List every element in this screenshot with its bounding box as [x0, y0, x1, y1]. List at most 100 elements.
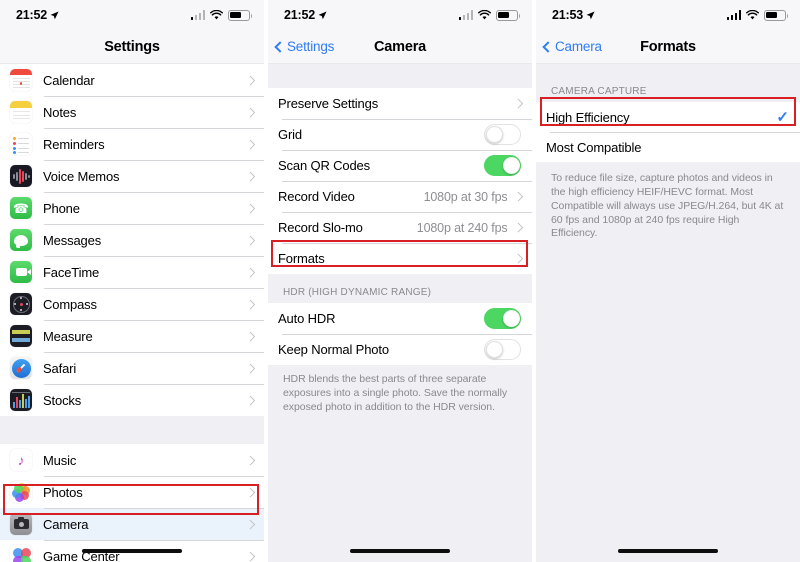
grid-toggle[interactable] [484, 124, 521, 145]
panel-settings: 21:52 Settings Calendar Notes Reminders … [0, 0, 264, 562]
settings-row-label: Phone [43, 200, 80, 216]
chevron-right-icon [245, 487, 255, 497]
row-label: Scan QR Codes [278, 158, 370, 173]
back-button-camera[interactable]: Camera [536, 39, 602, 54]
chevron-right-icon [245, 75, 255, 85]
group-spacer [0, 416, 264, 444]
settings-row-facetime[interactable]: FaceTime [0, 256, 264, 288]
panel-camera: 21:52 Settings Camera Preserve Settings [268, 0, 532, 562]
facetime-app-icon [10, 261, 32, 283]
settings-row-safari[interactable]: Safari [0, 352, 264, 384]
nav-bar-formats: Camera Formats [536, 30, 800, 64]
camera-row-keep-normal-photo[interactable]: Keep Normal Photo [268, 334, 532, 365]
camera-row-record-slo-mo[interactable]: Record Slo-mo 1080p at 240 fps [268, 212, 532, 243]
camera-row-record-video[interactable]: Record Video 1080p at 30 fps [268, 181, 532, 212]
settings-row-measure[interactable]: Measure [0, 320, 264, 352]
group-spacer-top [268, 64, 532, 88]
settings-row-phone[interactable]: ☎ Phone [0, 192, 264, 224]
formats-list[interactable]: CAMERA CAPTURE High Efficiency ✓ Most Co… [536, 64, 800, 562]
chevron-right-icon [245, 331, 255, 341]
settings-list[interactable]: Calendar Notes Reminders Voice Memos ☎ P… [0, 64, 264, 562]
settings-row-photos[interactable]: Photos [0, 476, 264, 508]
row-label: Formats [278, 251, 325, 266]
settings-row-reminders[interactable]: Reminders [0, 128, 264, 160]
settings-row-compass[interactable]: Compass [0, 288, 264, 320]
settings-row-label: Camera [43, 516, 89, 532]
camera-row-formats[interactable]: Formats [268, 243, 532, 274]
settings-row-messages[interactable]: Messages [0, 224, 264, 256]
wifi-icon [478, 10, 491, 20]
chevron-right-icon [245, 551, 255, 561]
settings-row-music[interactable]: ♪ Music [0, 444, 264, 476]
scan-qr-codes-toggle[interactable] [484, 155, 521, 176]
formats-row-most-compatible[interactable]: Most Compatible [536, 132, 800, 162]
camera-row-auto-hdr[interactable]: Auto HDR [268, 303, 532, 334]
settings-row-label: Photos [43, 484, 83, 500]
status-bar: 21:52 [0, 0, 264, 30]
panel-formats: 21:53 Camera Formats CAMERA CAPTURE High… [536, 0, 800, 562]
messages-app-icon [10, 229, 32, 251]
battery-icon [764, 9, 789, 21]
cellular-signal-icon [190, 10, 205, 20]
status-time-group: 21:52 [16, 8, 59, 22]
chevron-right-icon [513, 191, 523, 202]
camera-group-hdr: Auto HDR Keep Normal Photo [268, 303, 532, 365]
status-time: 21:53 [552, 8, 583, 22]
settings-row-stocks[interactable]: Stocks [0, 384, 264, 416]
camera-settings-list[interactable]: Preserve Settings Grid Scan QR Codes Rec… [268, 64, 532, 562]
settings-row-camera[interactable]: Camera [0, 508, 264, 540]
settings-row-voice-memos[interactable]: Voice Memos [0, 160, 264, 192]
settings-row-label: Safari [43, 360, 77, 376]
chevron-right-icon [245, 107, 255, 117]
location-arrow-icon [50, 11, 59, 19]
location-arrow-icon [586, 11, 595, 19]
status-indicators [726, 9, 789, 21]
formats-row-high-efficiency[interactable]: High Efficiency ✓ [536, 102, 800, 132]
camera-row-preserve-settings[interactable]: Preserve Settings [268, 88, 532, 119]
settings-row-label: Voice Memos [43, 168, 120, 184]
chevron-left-icon [274, 40, 286, 53]
back-button-settings[interactable]: Settings [268, 39, 334, 54]
voice-memos-app-icon [10, 165, 32, 187]
settings-row-label: Stocks [43, 392, 82, 408]
settings-group-apps: Calendar Notes Reminders Voice Memos ☎ P… [0, 64, 264, 416]
keep-normal-photo-toggle[interactable] [484, 339, 521, 360]
row-label: High Efficiency [546, 109, 630, 125]
checkmark-icon: ✓ [776, 108, 789, 126]
status-time: 21:52 [16, 8, 47, 22]
chevron-right-icon [245, 235, 255, 245]
home-indicator [350, 549, 450, 553]
settings-row-calendar[interactable]: Calendar [0, 64, 264, 96]
status-time: 21:52 [284, 8, 315, 22]
auto-hdr-toggle[interactable] [484, 308, 521, 329]
chevron-right-icon [513, 253, 523, 264]
settings-row-label: Notes [43, 104, 77, 120]
chevron-right-icon [245, 395, 255, 405]
settings-row-label: FaceTime [43, 264, 100, 280]
settings-row-label: Measure [43, 328, 93, 344]
camera-row-grid[interactable]: Grid [268, 119, 532, 150]
status-indicators [190, 9, 253, 21]
cellular-signal-icon [726, 10, 741, 20]
back-button-label: Settings [287, 39, 335, 54]
row-label: Keep Normal Photo [278, 342, 389, 357]
status-bar: 21:53 [536, 0, 800, 30]
calendar-app-icon [10, 69, 32, 91]
camera-group-capture: Preserve Settings Grid Scan QR Codes Rec… [268, 88, 532, 274]
section-header-hdr: HDR (HIGH DYNAMIC RANGE) [268, 274, 532, 303]
row-value: 1080p at 240 fps [416, 220, 508, 235]
chevron-right-icon [245, 267, 255, 277]
nav-bar-camera: Settings Camera [268, 30, 532, 64]
formats-group: High Efficiency ✓ Most Compatible [536, 102, 800, 162]
game-center-app-icon [10, 545, 32, 562]
status-indicators [458, 9, 521, 21]
settings-row-notes[interactable]: Notes [0, 96, 264, 128]
row-label: Record Video [278, 189, 355, 204]
camera-row-scan-qr-codes[interactable]: Scan QR Codes [268, 150, 532, 181]
three-panel-screenshot: 21:52 Settings Calendar Notes Reminders … [0, 0, 800, 562]
chevron-right-icon [245, 139, 255, 149]
phone-app-icon: ☎ [10, 197, 32, 219]
page-title: Settings [104, 38, 160, 55]
status-time-group: 21:52 [284, 8, 327, 22]
stocks-app-icon [10, 389, 32, 411]
